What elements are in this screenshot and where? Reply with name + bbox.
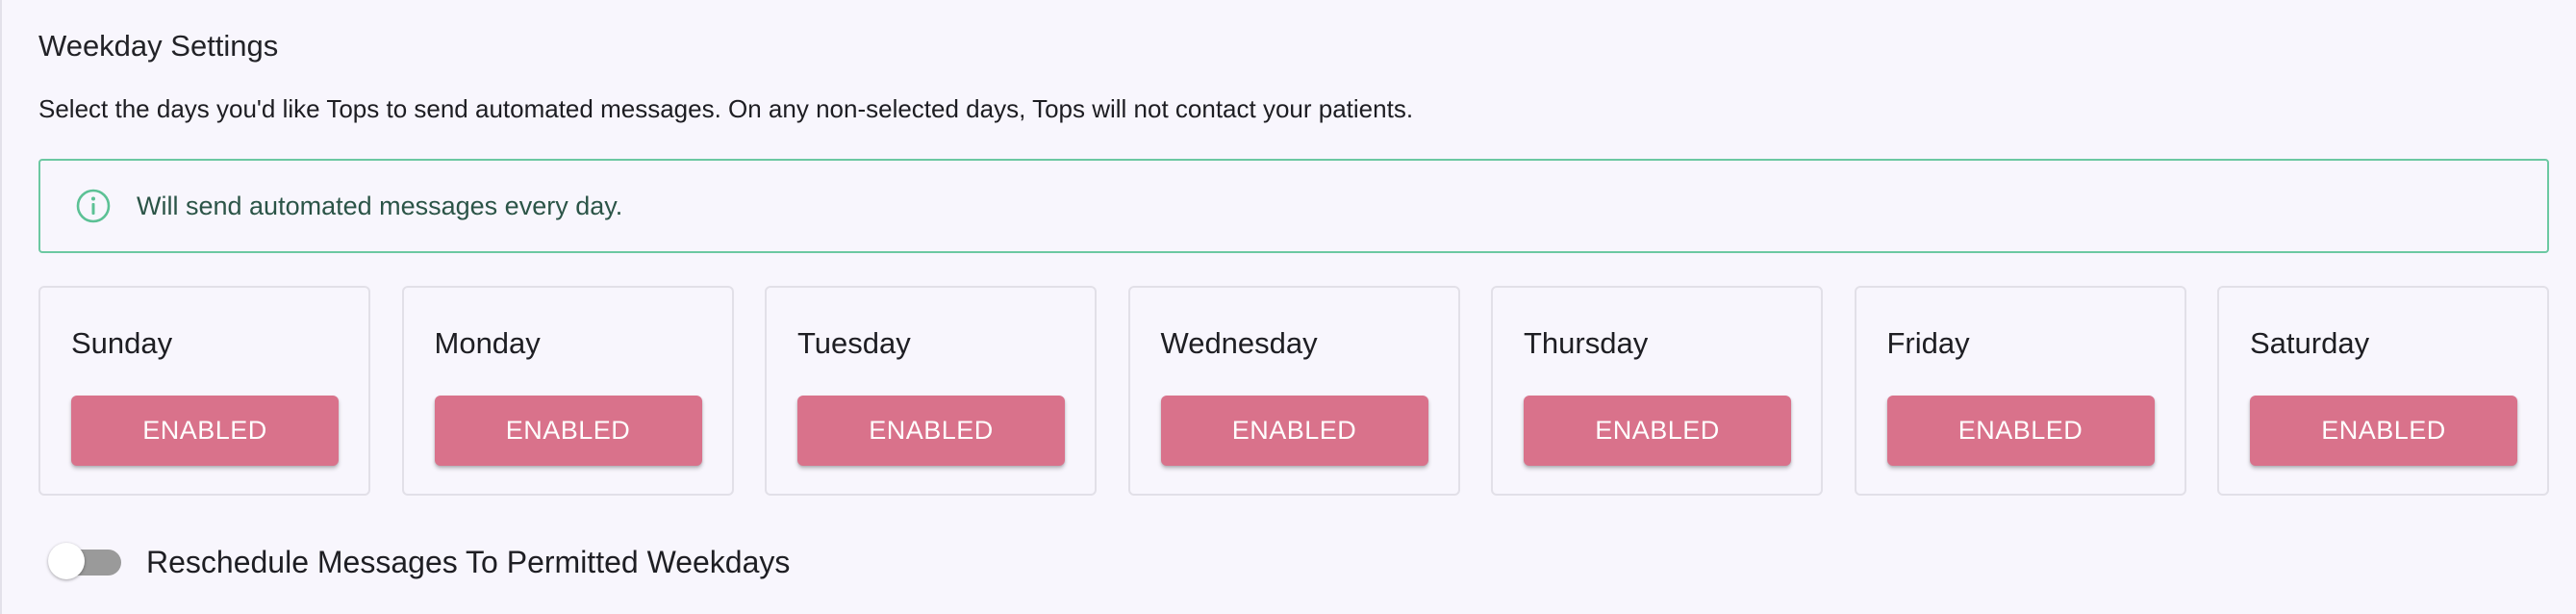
info-banner: Will send automated messages every day. xyxy=(38,159,2549,253)
reschedule-toggle-switch[interactable] xyxy=(44,541,123,583)
day-card-friday: Friday ENABLED xyxy=(1854,286,2186,496)
day-card-wednesday: Wednesday ENABLED xyxy=(1127,286,1460,496)
saturday-enabled-button[interactable]: ENABLED xyxy=(2250,396,2517,466)
day-card-thursday: Thursday ENABLED xyxy=(1491,286,1823,496)
monday-enabled-button[interactable]: ENABLED xyxy=(434,396,702,466)
day-name: Saturday xyxy=(2250,326,2370,360)
day-card-saturday: Saturday ENABLED xyxy=(2217,286,2549,496)
info-banner-text: Will send automated messages every day. xyxy=(137,191,623,220)
reschedule-toggle-row: Reschedule Messages To Permitted Weekday… xyxy=(44,541,790,583)
day-name: Sunday xyxy=(71,326,173,360)
weekday-cards: Sunday ENABLED Monday ENABLED Tuesday EN… xyxy=(38,286,2549,496)
thursday-enabled-button[interactable]: ENABLED xyxy=(1524,396,1791,466)
section-title: Weekday Settings xyxy=(38,29,279,63)
section-description: Select the days you'd like Tops to send … xyxy=(38,94,1414,123)
weekday-settings-panel: Weekday Settings Select the days you'd l… xyxy=(0,0,2576,614)
day-name: Friday xyxy=(1886,326,1970,360)
friday-enabled-button[interactable]: ENABLED xyxy=(1886,396,2155,466)
toggle-thumb xyxy=(48,543,85,579)
day-name: Tuesday xyxy=(797,326,911,360)
reschedule-toggle-label[interactable]: Reschedule Messages To Permitted Weekday… xyxy=(146,545,790,580)
day-card-tuesday: Tuesday ENABLED xyxy=(765,286,1097,496)
day-name: Wednesday xyxy=(1160,326,1318,360)
wednesday-enabled-button[interactable]: ENABLED xyxy=(1160,396,1428,466)
day-card-monday: Monday ENABLED xyxy=(401,286,734,496)
day-card-sunday: Sunday ENABLED xyxy=(38,286,370,496)
day-name: Thursday xyxy=(1524,326,1649,360)
tuesday-enabled-button[interactable]: ENABLED xyxy=(797,396,1065,466)
info-circle-icon xyxy=(75,188,112,224)
day-name: Monday xyxy=(434,326,541,360)
sunday-enabled-button[interactable]: ENABLED xyxy=(71,396,339,466)
